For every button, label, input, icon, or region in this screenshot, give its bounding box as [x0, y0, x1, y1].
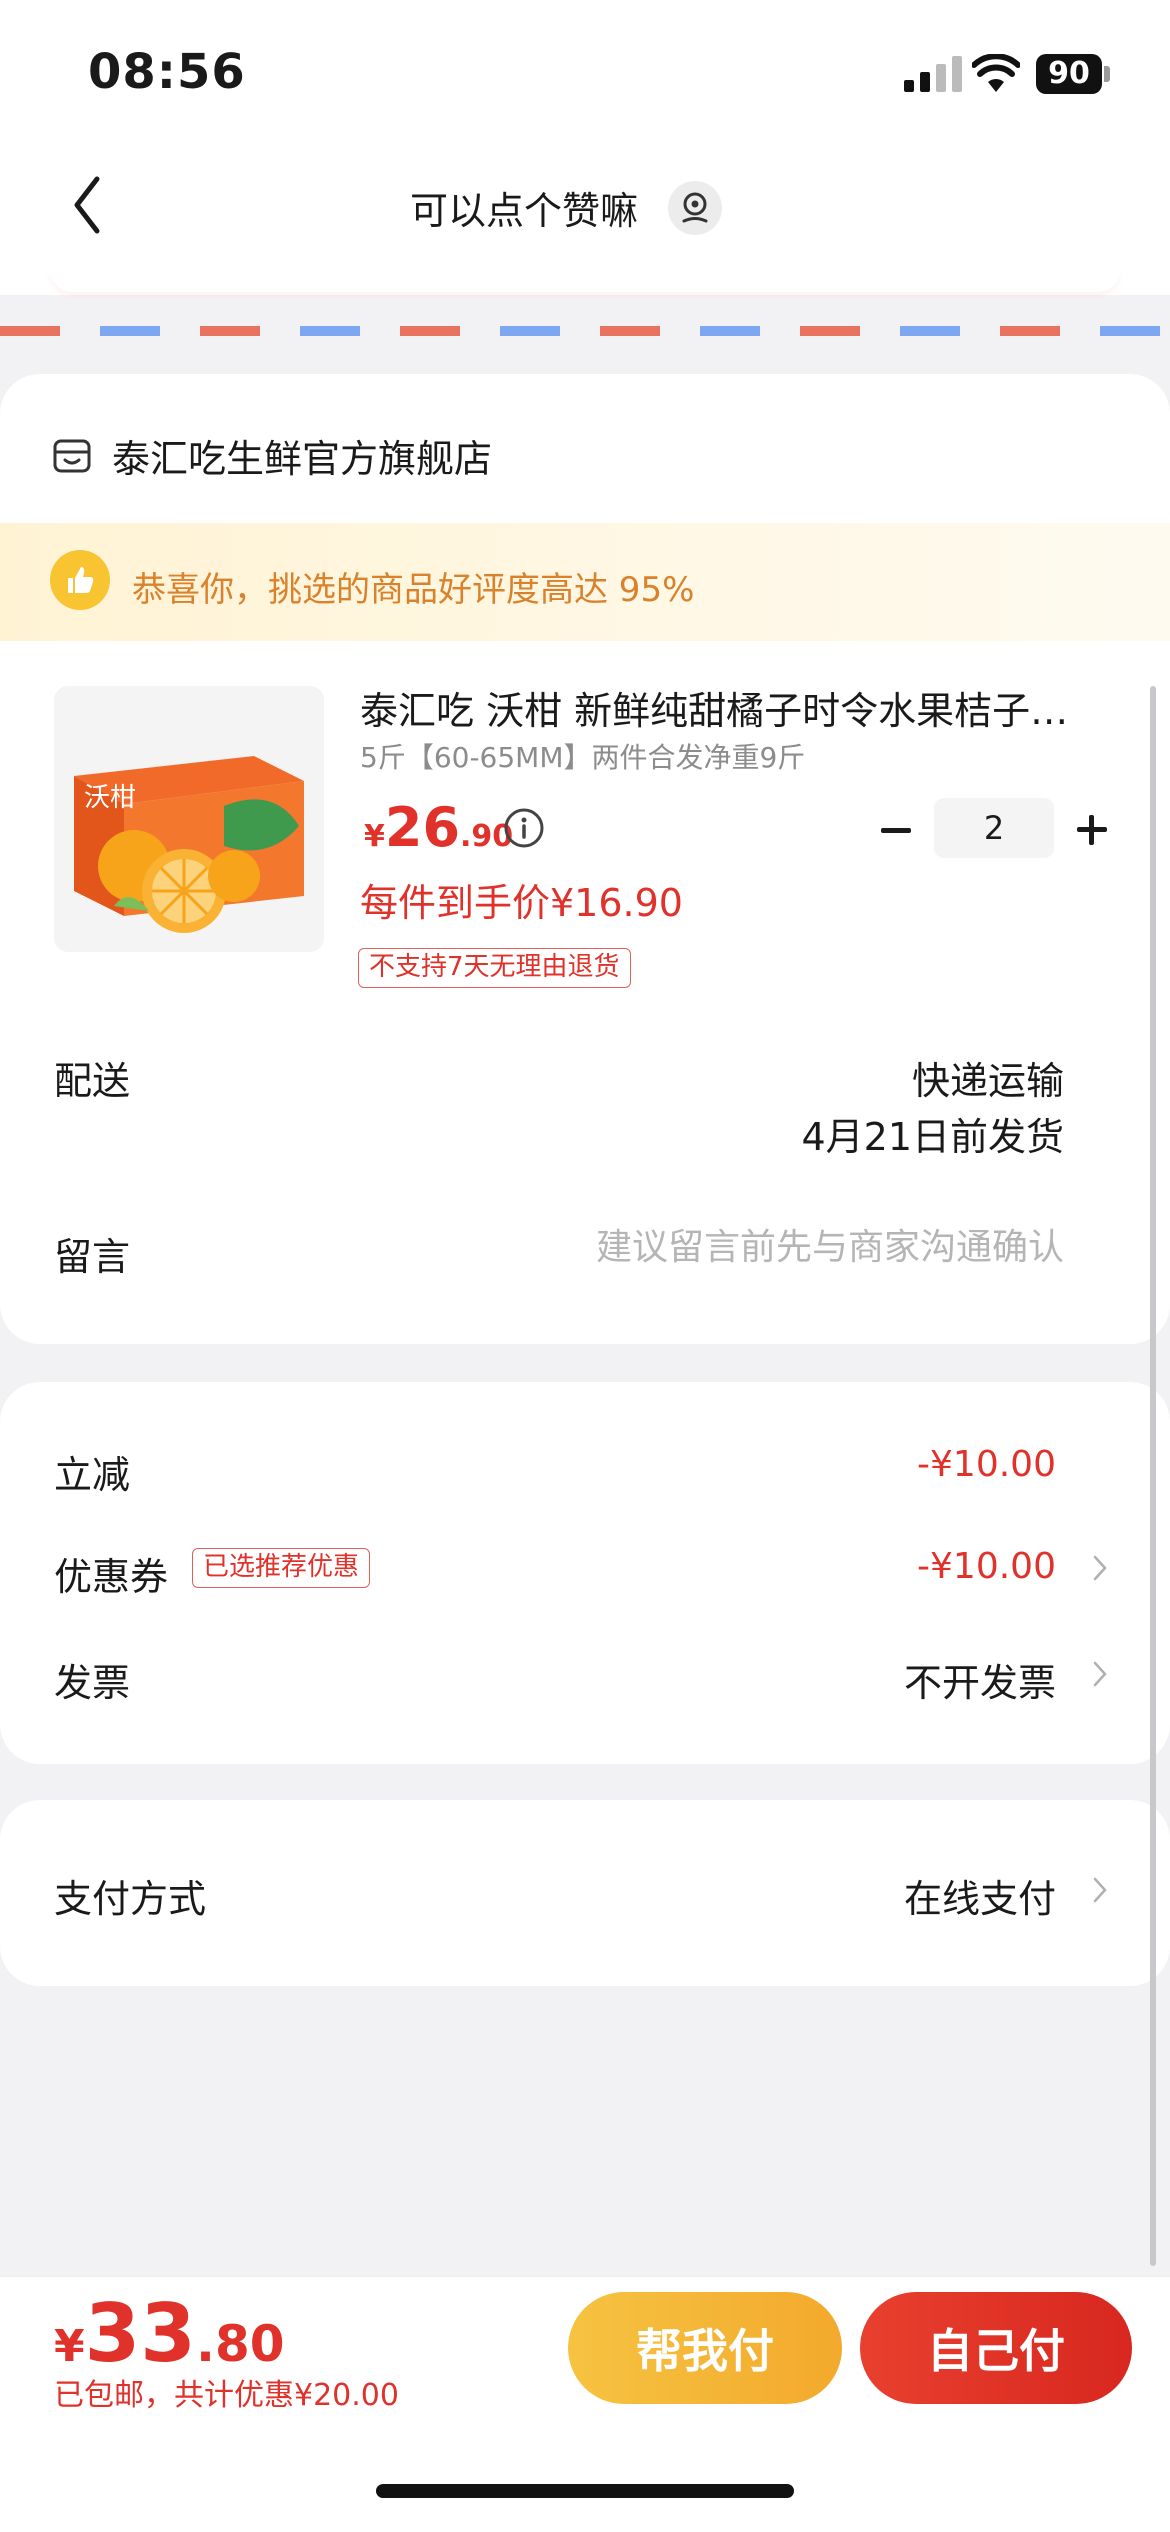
message-input[interactable]	[504, 1222, 1064, 1272]
price-symbol: ¥	[364, 819, 385, 854]
promo-text: 恭喜你，挑选的商品好评度高达 95%	[132, 570, 695, 610]
delivery-date: 4月21日前发货	[801, 1115, 1064, 1159]
help-pay-button[interactable]: 帮我付	[568, 2292, 842, 2404]
total-price: ¥ 33 .80	[54, 2294, 285, 2374]
chevron-right-icon[interactable]	[1088, 1548, 1112, 1588]
plus-icon[interactable]	[1068, 806, 1116, 854]
total-note: 已包邮，共计优惠¥20.00	[54, 2378, 399, 2413]
payment-method-label[interactable]: 支付方式	[54, 1868, 206, 1923]
message-label: 留言	[54, 1235, 131, 1279]
no-return-tag: 不支持7天无理由退货	[358, 948, 631, 988]
thumbs-up-icon	[50, 550, 110, 610]
chevron-right-icon[interactable]	[1088, 1870, 1112, 1910]
location-icon	[682, 192, 708, 222]
airmail-stripe	[0, 326, 1170, 336]
status-time: 08:56	[88, 44, 246, 100]
store-row[interactable]: 泰汇吃生鲜官方旗舰店	[52, 428, 492, 483]
product-title[interactable]: 泰汇吃 沃柑 新鲜纯甜橘子时令水果桔子…	[360, 680, 1120, 735]
cellular-signal-icon	[904, 56, 962, 92]
nav-title-group: 可以点个赞嘛	[410, 180, 723, 235]
back-arrow-icon	[74, 176, 100, 234]
discount-label: 立减	[54, 1453, 131, 1497]
chevron-right-icon[interactable]	[1088, 1654, 1112, 1694]
quantity-stepper[interactable]: 2	[934, 798, 1054, 858]
product-image[interactable]: 沃柑	[54, 686, 324, 952]
page-title: 可以点个赞嘛	[410, 189, 639, 233]
unit-price: 每件到手价¥16.90	[360, 881, 683, 925]
total-integer: 33	[84, 2287, 196, 2380]
back-button[interactable]	[56, 165, 116, 245]
wifi-icon	[971, 53, 1021, 98]
coupon-value[interactable]: -¥10.00	[917, 1546, 1056, 1587]
total-decimal: .80	[195, 2315, 285, 2373]
scrollbar[interactable]	[1150, 686, 1156, 2266]
delivery-label: 配送	[54, 1059, 131, 1103]
product-spec[interactable]: 5斤【60-65MM】两件合发净重9斤	[360, 736, 805, 776]
total-symbol: ¥	[54, 2321, 85, 2372]
self-pay-button[interactable]: 自己付	[860, 2292, 1132, 2404]
location-button[interactable]	[668, 180, 723, 235]
delivery-method: 快递运输	[911, 1059, 1064, 1103]
coupon-tag: 已选推荐优惠	[192, 1548, 371, 1588]
store-icon	[53, 439, 91, 472]
invoice-label[interactable]: 发票	[54, 1652, 130, 1707]
battery-nub	[1104, 66, 1110, 82]
battery-indicator: 90	[1036, 54, 1102, 94]
info-icon[interactable]	[502, 806, 546, 850]
product-image-brand: 沃柑	[84, 783, 136, 813]
product-price: ¥ 26 .90	[364, 796, 513, 859]
address-card-edge[interactable]	[50, 270, 1120, 292]
store-name: 泰汇吃生鲜官方旗舰店	[112, 437, 493, 481]
payment-method-value[interactable]: 在线支付	[904, 1868, 1056, 1923]
minus-icon[interactable]	[872, 806, 920, 854]
price-integer: 26	[384, 796, 461, 859]
home-indicator[interactable]	[376, 2484, 794, 2498]
discount-value: -¥10.00	[917, 1444, 1056, 1485]
coupon-label[interactable]: 优惠券	[54, 1546, 168, 1601]
invoice-value[interactable]: 不开发票	[904, 1652, 1056, 1707]
